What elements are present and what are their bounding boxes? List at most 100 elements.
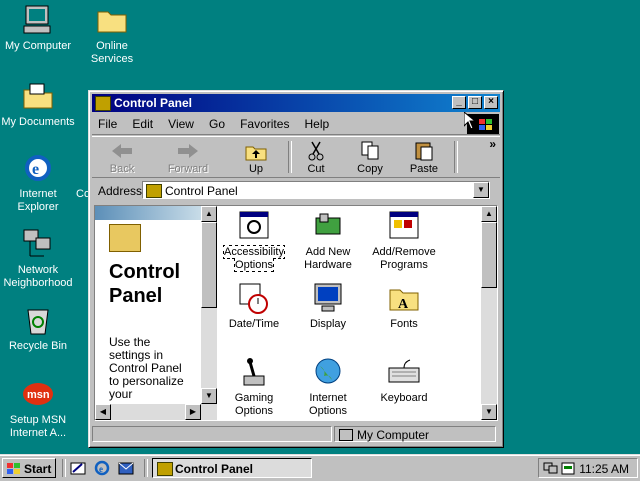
folder-icon <box>22 80 54 112</box>
taskbar-item-label: Control Panel <box>175 462 254 476</box>
item-label: Display <box>309 318 347 330</box>
web-view-pane: Control Panel Use the settings in Contro… <box>95 206 201 420</box>
desktop-icon-label: Setup MSN Internet A... <box>9 414 67 439</box>
windows-flag-icon <box>7 463 21 474</box>
cut-label: Cut <box>307 163 325 175</box>
svg-text:A: A <box>398 297 409 312</box>
menu-favorites[interactable]: Favorites <box>234 114 295 131</box>
content-pane: Control Panel Use the settings in Contro… <box>94 205 498 421</box>
quicklaunch-ie-icon[interactable]: e <box>94 460 110 476</box>
scroll-up-button[interactable]: ▲ <box>201 206 217 222</box>
taskbar-item-control-panel[interactable]: Control Panel <box>152 458 312 478</box>
svg-text:e: e <box>32 161 39 178</box>
scroll-down-button[interactable]: ▼ <box>481 404 497 420</box>
menu-file[interactable]: File <box>92 114 123 131</box>
copy-button[interactable]: Copy <box>344 139 396 175</box>
svg-text:e: e <box>99 464 103 474</box>
globe-icon <box>312 356 344 388</box>
main-scrollbar[interactable]: ▲ ▼ <box>481 206 497 420</box>
item-label: Accessibility Options <box>223 245 285 272</box>
status-location: My Computer <box>334 426 496 442</box>
back-label: Back <box>109 163 135 175</box>
hardware-icon <box>312 210 344 242</box>
status-cell <box>92 426 332 442</box>
toolbar-more-button[interactable]: » <box>489 137 496 151</box>
clock-icon <box>238 282 270 314</box>
scroll-down-button[interactable]: ▼ <box>201 388 217 404</box>
address-bar: Address Control Panel ▼ <box>92 179 500 201</box>
address-input[interactable]: Control Panel ▼ <box>142 181 490 199</box>
address-value: Control Panel <box>165 184 238 198</box>
quicklaunch-outlook-icon[interactable] <box>118 460 134 476</box>
window-title: Control Panel <box>114 96 193 110</box>
control-panel-icon <box>109 224 141 252</box>
pane-title: Control Panel <box>109 261 181 307</box>
menu-help[interactable]: Help <box>299 114 336 131</box>
tray-network-icon[interactable] <box>543 461 559 475</box>
item-add-remove-programs[interactable]: Add/Remove Programs <box>369 210 439 272</box>
up-button[interactable]: Up <box>230 139 282 175</box>
desktop-icon-network[interactable]: Network Neighborhood <box>0 228 76 290</box>
msn-icon: msn <box>22 378 54 410</box>
desktop-icon-label: My Computer <box>4 40 72 52</box>
copy-icon <box>358 141 382 161</box>
clock[interactable]: 11:25 AM <box>579 462 629 476</box>
control-panel-icon <box>157 462 173 476</box>
folder-icon <box>96 4 128 36</box>
forward-button[interactable]: Forward <box>162 139 214 175</box>
scroll-up-button[interactable]: ▲ <box>481 206 497 222</box>
item-accessibility-options[interactable]: Accessibility Options <box>219 210 289 272</box>
up-label: Up <box>248 163 264 175</box>
desktop-icon-my-documents[interactable]: My Documents <box>0 80 76 129</box>
forward-label: Forward <box>167 163 209 175</box>
tray-scheduler-icon[interactable] <box>561 461 575 475</box>
desktop-icon-label: My Documents <box>1 116 75 128</box>
desktop-icon-my-computer[interactable]: My Computer <box>0 4 76 53</box>
address-dropdown-button[interactable]: ▼ <box>473 182 489 198</box>
scissors-icon <box>304 141 328 161</box>
menu-edit[interactable]: Edit <box>126 114 159 131</box>
desktop-icon-recycle-bin[interactable]: Recycle Bin <box>0 304 76 353</box>
back-arrow-icon <box>110 141 134 161</box>
desktop-icon-internet-explorer[interactable]: e Internet Explorer <box>0 152 76 214</box>
control-panel-icon <box>146 184 162 198</box>
scroll-left-button[interactable]: ◀ <box>95 404 111 420</box>
item-date-time[interactable]: Date/Time <box>219 282 289 331</box>
keyboard-icon <box>388 356 420 388</box>
scroll-right-button[interactable]: ▶ <box>185 404 201 420</box>
title-bar[interactable]: Control Panel _ □ × <box>92 94 500 112</box>
start-button[interactable]: Start <box>2 458 56 478</box>
paste-button[interactable]: Paste <box>398 139 450 175</box>
display-icon <box>312 282 344 314</box>
close-button[interactable]: × <box>484 96 498 109</box>
left-pane-scrollbar[interactable]: ▲ ▼ <box>201 206 217 420</box>
desktop-icon-label: Online Services <box>90 40 134 65</box>
up-folder-icon <box>244 141 268 161</box>
copy-label: Copy <box>357 163 383 175</box>
quicklaunch-desktop-icon[interactable] <box>70 460 86 476</box>
item-label: Date/Time <box>228 318 280 330</box>
item-add-new-hardware[interactable]: Add New Hardware <box>293 210 363 272</box>
item-label: Add New Hardware <box>304 246 352 271</box>
scroll-thumb[interactable] <box>201 222 217 308</box>
desktop-icon-label: Recycle Bin <box>8 340 68 352</box>
left-pane-hscrollbar[interactable]: ◀ ▶ <box>95 404 201 420</box>
item-keyboard[interactable]: Keyboard <box>369 356 439 405</box>
menu-view[interactable]: View <box>162 114 200 131</box>
address-label: Address <box>98 184 143 198</box>
item-display[interactable]: Display <box>293 282 363 331</box>
item-gaming-options[interactable]: Gaming Options <box>219 356 289 418</box>
scroll-thumb[interactable] <box>481 222 497 288</box>
taskbar: Start e Control Panel 11:25 AM <box>0 454 640 481</box>
item-label: Add/Remove Programs <box>372 246 436 271</box>
desktop-icon-setup-msn[interactable]: msn Setup MSN Internet A... <box>0 378 76 440</box>
item-internet-options[interactable]: Internet Options <box>293 356 363 418</box>
menu-go[interactable]: Go <box>203 114 231 131</box>
maximize-button[interactable]: □ <box>468 96 482 109</box>
item-fonts[interactable]: A Fonts <box>369 282 439 331</box>
cut-button[interactable]: Cut <box>290 139 342 175</box>
minimize-button[interactable]: _ <box>452 96 466 109</box>
back-button[interactable]: Back <box>96 139 148 175</box>
control-panel-window[interactable]: Control Panel _ □ × File Edit View Go Fa… <box>88 90 504 448</box>
desktop-icon-online-services[interactable]: Online Services <box>74 4 150 66</box>
